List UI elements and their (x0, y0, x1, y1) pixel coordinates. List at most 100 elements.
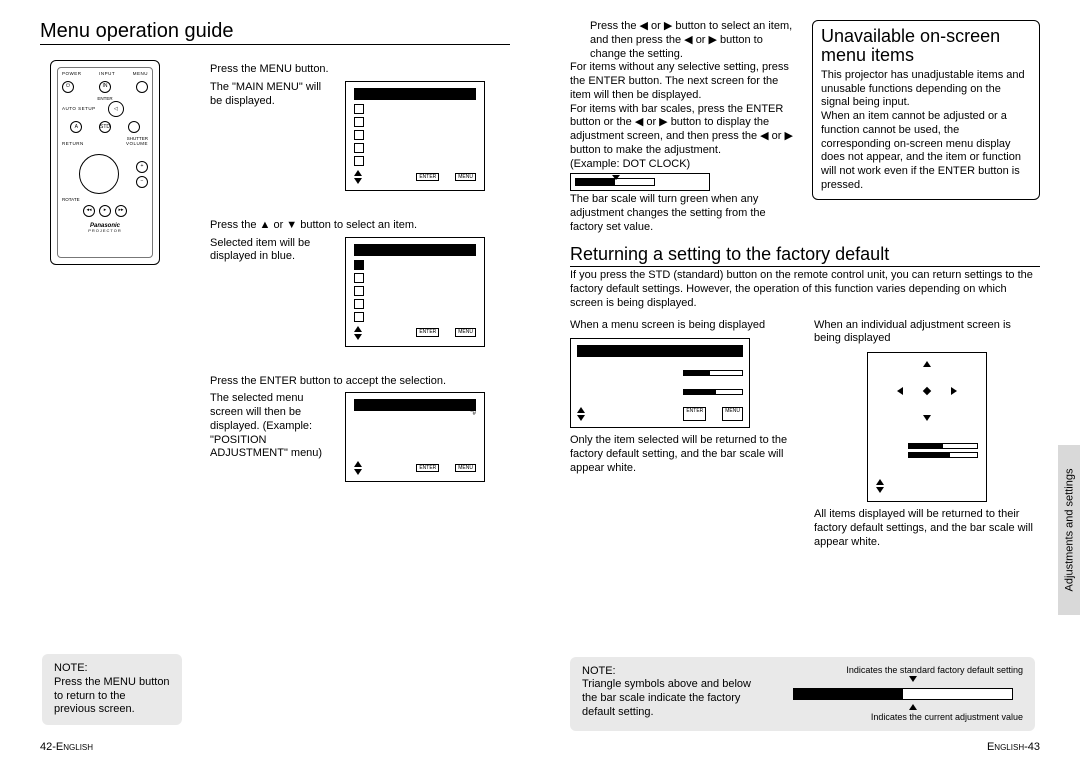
body-text: Only the item selected will be returned … (570, 434, 796, 475)
right-text-column: Press the ◀ or ▶ button to select an ite… (570, 20, 798, 235)
screen-btn-label: ENTER (416, 328, 439, 336)
transport-icon: ▸ (99, 205, 111, 217)
note-label: NOTE: (582, 665, 762, 679)
screen-diagram-selected: ENTER MENU (345, 237, 485, 347)
body-text: For items without any selective setting,… (570, 61, 798, 102)
remote-label: AUTO SETUP (62, 107, 96, 112)
step-2: Press the ▲ or ▼ button to select an ite… (210, 219, 510, 347)
diamond-icon (923, 387, 931, 395)
side-tab: Adjustments and settings (1058, 445, 1080, 615)
note-text: Press the MENU button to return to the p… (54, 676, 170, 717)
screen-btn-label: MENU (455, 464, 476, 472)
col-heading: When a menu screen is being displayed (570, 319, 796, 333)
remote-label: POWER (62, 72, 82, 77)
section-title: Returning a setting to the factory defau… (570, 245, 1040, 268)
step-intro: Press the ▲ or ▼ button to select an ite… (210, 219, 510, 233)
vol-minus-button: − (136, 176, 148, 188)
arrow-down-icon (577, 415, 585, 421)
transport-icon: ◂◂ (83, 205, 95, 217)
body-text: This projector has unadjustable items an… (821, 69, 1031, 193)
note-box: NOTE: Triangle symbols above and below t… (570, 657, 1035, 732)
step-text: Selected item will be displayed in blue. (210, 237, 335, 347)
arrow-up-icon (577, 407, 585, 413)
page-number: -43 (1024, 741, 1040, 753)
in-button: IN (99, 81, 111, 93)
page-footer: English-43 (987, 741, 1040, 753)
screen-glyph: "# (471, 411, 476, 419)
remote-label: ROTATE (62, 198, 148, 203)
body-text: For items with bar scales, press the ENT… (570, 103, 798, 158)
screen-btn-label: ENTER (416, 173, 439, 181)
arrow-up-icon (354, 461, 362, 467)
a-button: A (70, 121, 82, 133)
remote-illustration: POWER INPUT MENU ⏻ IN ENTER AUTO SETUP ◁ (50, 60, 160, 265)
indicator-label: Indicates the standard factory default s… (846, 665, 1023, 676)
body-text: If you press the STD (standard) button o… (570, 269, 1040, 310)
page-number: 42- (40, 741, 56, 753)
body-text: All items displayed will be returned to … (814, 508, 1040, 549)
screen-btn-label: ENTER (416, 464, 439, 472)
screen-btn-label: MENU (455, 328, 476, 336)
factory-col-2: When an individual adjustment screen is … (814, 319, 1040, 550)
step-intro: Press the MENU button. (210, 63, 510, 77)
directional-pad: ◁ (108, 101, 124, 117)
step-text: The "MAIN MENU" will be displayed. (210, 81, 335, 191)
arrow-down-icon (923, 415, 931, 421)
shutter-button-icon (128, 121, 140, 133)
col-heading: When an individual adjustment screen is … (814, 319, 1040, 347)
indicator-label: Indicates the current adjustment value (871, 712, 1023, 723)
arrow-up-icon (876, 479, 884, 485)
page-title: Menu operation guide (40, 20, 510, 45)
arrow-up-icon (354, 170, 362, 176)
indicator-bar (793, 688, 1013, 700)
body-text: The bar scale will turn green when any a… (570, 193, 798, 234)
screen-diagram-main-menu: ENTER MENU (345, 81, 485, 191)
page-lang: English (56, 741, 93, 753)
note-text: Triangle symbols above and below the bar… (582, 678, 762, 719)
vol-plus-button: + (136, 161, 148, 173)
transport-icon: ▸▸ (115, 205, 127, 217)
remote-label: VOLUME (126, 142, 148, 147)
section-title: Unavailable on-screen menu items (821, 27, 1031, 65)
arrow-down-icon (354, 469, 362, 475)
body-text: Press the ◀ or ▶ button to select an ite… (570, 20, 798, 61)
step-text: The selected menu screen will then be di… (210, 392, 335, 482)
screen-btn-label: MENU (722, 407, 743, 421)
arrow-right-icon (951, 387, 957, 395)
arrow-left-icon (897, 387, 903, 395)
remote-label: INPUT (99, 72, 115, 77)
page-lang: English (987, 741, 1024, 753)
factory-col-1: When a menu screen is being displayed EN… (570, 319, 796, 550)
step-1: Press the MENU button. The "MAIN MENU" w… (210, 63, 510, 191)
side-tab-label: Adjustments and settings (1063, 469, 1075, 592)
arrow-down-icon (354, 334, 362, 340)
power-icon: ⏻ (62, 81, 74, 93)
arrow-down-icon (876, 487, 884, 493)
arrow-up-icon (354, 326, 362, 332)
right-page: Press the ◀ or ▶ button to select an ite… (540, 0, 1080, 765)
remote-label: RETURN (62, 142, 84, 147)
step-intro: Press the ENTER button to accept the sel… (210, 375, 510, 389)
screen-diagram-individual (867, 352, 987, 502)
remote-label: MENU (133, 72, 148, 77)
note-box: NOTE: Press the MENU button to return to… (42, 654, 182, 725)
brand-sub: PROJECTOR (62, 229, 148, 233)
arrow-up-icon (909, 704, 917, 710)
arrow-up-icon (923, 361, 931, 367)
dpad-icon (79, 154, 119, 194)
screen-diagram-position: "# ENTER MENU (345, 392, 485, 482)
menu-button-icon (136, 81, 148, 93)
arrow-down-icon (909, 676, 917, 682)
screen-btn-label: MENU (455, 173, 476, 181)
std-button: STD (99, 121, 111, 133)
unavailable-box: Unavailable on-screen menu items This pr… (812, 20, 1040, 235)
step-3: Press the ENTER button to accept the sel… (210, 375, 510, 483)
example-label: (Example: DOT CLOCK) (570, 158, 798, 172)
dotclock-diagram (570, 173, 710, 191)
screen-diagram-menu: ENTER MENU (570, 338, 750, 428)
note-label: NOTE: (54, 662, 170, 676)
page-footer: 42-English (40, 741, 93, 753)
arrow-down-icon (354, 178, 362, 184)
left-page: Menu operation guide POWER INPUT MENU ⏻ … (0, 0, 540, 765)
screen-btn-label: ENTER (683, 407, 706, 421)
